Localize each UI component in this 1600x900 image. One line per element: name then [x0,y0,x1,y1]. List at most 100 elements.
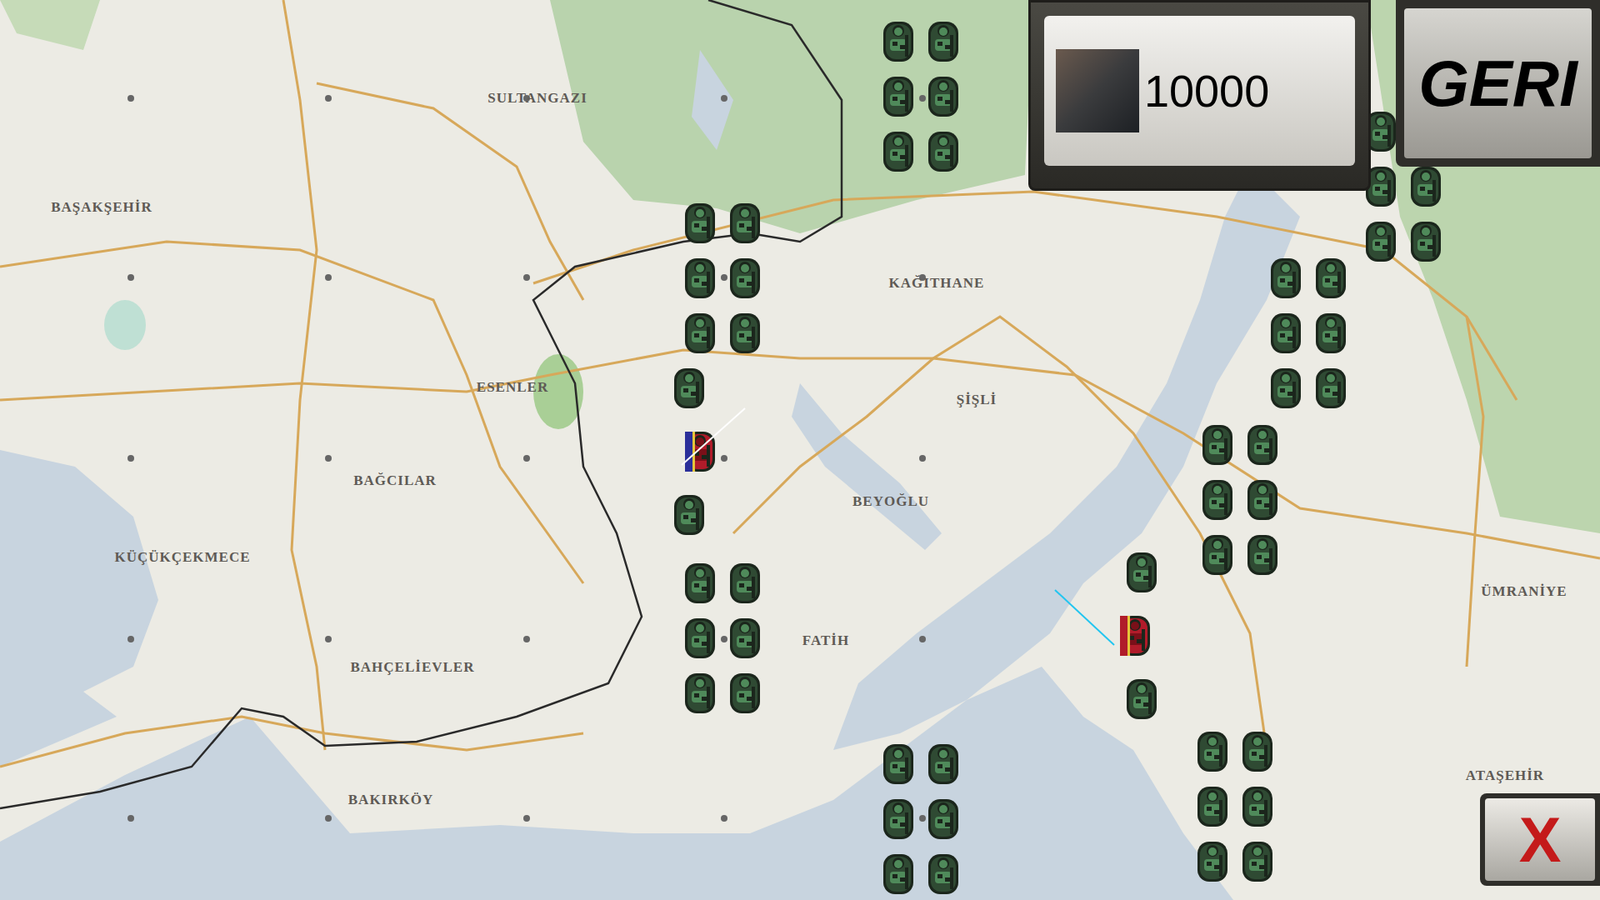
squad[interactable] [681,558,764,717]
map-node-dot[interactable] [127,274,135,281]
soldier-icon[interactable] [1407,216,1445,265]
district-label: ATAŞEHİR [1465,765,1545,787]
soldier-icon[interactable] [726,253,764,302]
soldier-icon[interactable] [880,71,917,120]
soldier-icon[interactable] [681,558,719,607]
soldier-icon[interactable] [726,613,764,662]
district-label: BAĞCILAR [353,470,437,492]
map-node-dot[interactable] [720,815,728,822]
soldier-icon[interactable] [726,308,764,357]
soldier-icon[interactable] [1267,308,1305,357]
map-node-dot[interactable] [127,635,135,643]
soldier-icon[interactable] [1312,253,1350,302]
map-node-dot[interactable] [325,635,332,643]
soldier-icon[interactable] [1267,253,1305,302]
map-node-dot[interactable] [720,635,728,643]
map-node-dot[interactable] [919,455,926,462]
map-node-dot[interactable] [919,635,926,643]
commander-icon[interactable] [681,426,719,475]
order-line-icon [681,426,683,428]
district-label: KAĞITHANE [889,272,985,295]
soldier-icon[interactable] [925,849,962,898]
soldier-icon[interactable] [1362,216,1400,265]
soldier-icon[interactable] [681,613,719,662]
soldier-icon[interactable] [880,794,917,843]
map-node-dot[interactable] [919,95,926,102]
soldier-icon[interactable] [925,71,962,120]
soldier-icon[interactable] [925,16,962,65]
back-button[interactable]: GERI [1395,0,1600,167]
soldier-icon[interactable] [670,490,708,539]
soldier-icon[interactable] [681,253,719,302]
district-label: BAKIRKÖY [348,789,434,811]
soldier-icon[interactable] [681,198,719,247]
map-node-dot[interactable] [127,455,135,462]
squad[interactable] [1267,253,1350,412]
squad[interactable] [681,198,764,357]
soldier-icon[interactable] [726,558,764,607]
soldier-icon[interactable] [1194,781,1231,830]
squad[interactable] [1199,420,1281,579]
soldier-icon[interactable] [925,739,962,788]
soldier-icon[interactable] [1407,161,1445,210]
commander-column[interactable] [1123,547,1160,723]
soldier-icon[interactable] [1123,547,1160,596]
district-label: ŞİŞLİ [956,389,997,411]
map-node-dot[interactable] [919,815,926,822]
soldier-icon[interactable] [1312,363,1350,412]
soldier-icon[interactable] [681,308,719,357]
soldier-icon[interactable] [880,126,917,175]
soldier-icon[interactable] [1244,475,1281,524]
soldier-icon[interactable] [1194,726,1231,775]
soldier-icon[interactable] [1123,674,1160,723]
soldier-icon[interactable] [1199,420,1236,469]
map-node-dot[interactable] [720,95,728,102]
district-label: BAHÇELİEVLER [350,656,475,679]
soldier-icon[interactable] [681,668,719,717]
soldier-icon[interactable] [925,794,962,843]
map-node-dot[interactable] [523,274,530,281]
map-node-dot[interactable] [325,815,332,822]
soldier-icon[interactable] [1239,836,1276,885]
squad[interactable] [1194,726,1276,885]
district-label: SULTANGAZI [487,87,588,110]
squad[interactable] [880,739,962,898]
district-label: FATİH [802,630,850,652]
soldier-icon[interactable] [1312,308,1350,357]
map-node-dot[interactable] [127,95,135,102]
map-node-dot[interactable] [523,455,530,462]
soldier-icon[interactable] [1244,530,1281,579]
soldier-icon[interactable] [880,739,917,788]
district-label: KÜÇÜKÇEKMECE [114,546,250,569]
soldier-icon[interactable] [1239,726,1276,775]
map-node-dot[interactable] [720,455,728,462]
commander-icon[interactable] [1116,610,1154,660]
district-label: ESENLER [476,376,549,399]
soldier-icon[interactable] [670,363,708,412]
soldier-icon[interactable] [1194,836,1231,885]
credits-value: 10000 [1144,68,1270,114]
district-label: ÜMRANİYE [1480,580,1567,603]
district-label: BAŞAKŞEHİR [50,196,152,219]
order-line-icon [1116,610,1118,612]
soldier-icon[interactable] [726,198,764,247]
map-node-dot[interactable] [325,455,332,462]
map-node-dot[interactable] [523,815,530,822]
close-button[interactable]: X [1480,793,1600,886]
soldier-icon[interactable] [880,16,917,65]
map-node-dot[interactable] [325,95,332,102]
commander-column[interactable] [670,363,719,539]
soldier-icon[interactable] [880,849,917,898]
soldier-icon[interactable] [1199,475,1236,524]
soldier-icon[interactable] [726,668,764,717]
map-node-dot[interactable] [720,274,728,281]
map-node-dot[interactable] [127,815,135,822]
soldier-icon[interactable] [1239,781,1276,830]
squad[interactable] [880,16,962,175]
map-node-dot[interactable] [523,635,530,643]
soldier-icon[interactable] [1244,420,1281,469]
map-node-dot[interactable] [325,274,332,281]
soldier-icon[interactable] [1199,530,1236,579]
soldier-icon[interactable] [1267,363,1305,412]
soldier-icon[interactable] [925,126,962,175]
